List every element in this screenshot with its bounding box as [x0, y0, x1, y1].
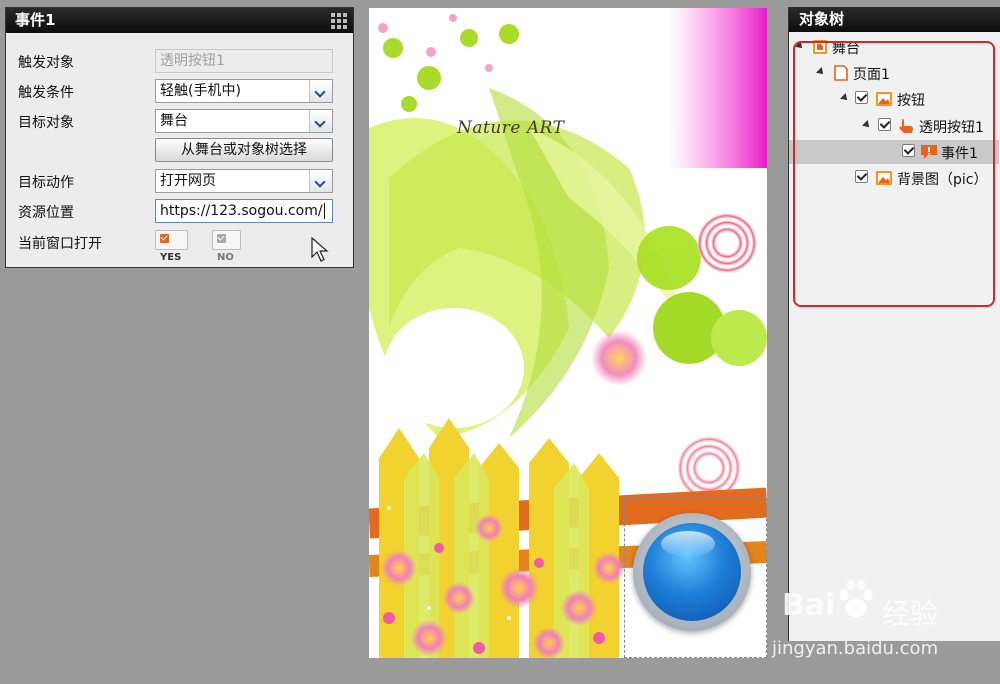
tree-node-transparent-button[interactable]: 透明按钮1: [789, 114, 999, 138]
checkbox[interactable]: [902, 144, 915, 157]
blue-round-button[interactable]: [633, 513, 751, 631]
trigger-object-label: 触发对象: [18, 55, 74, 71]
object-tree-header[interactable]: 对象树: [789, 7, 1000, 32]
page-icon: [834, 65, 848, 81]
stage-icon: [813, 40, 827, 54]
tree-node-page[interactable]: 页面1: [789, 61, 999, 85]
expand-triangle-icon[interactable]: [795, 41, 805, 51]
tree-label-page: 页面1: [853, 67, 890, 83]
check-icon: [217, 234, 226, 243]
trigger-condition-select[interactable]: 轻触(手机中): [155, 79, 333, 103]
no-label: NO: [217, 252, 234, 263]
trigger-condition-label: 触发条件: [18, 85, 74, 101]
watermark-url: jingyan.baidu.com: [772, 638, 939, 659]
stage-title: Nature ART: [457, 118, 565, 138]
target-object-select[interactable]: 舞台: [155, 109, 333, 133]
target-action-select[interactable]: 打开网页: [155, 169, 333, 193]
expand-triangle-icon[interactable]: [862, 120, 872, 130]
resource-location-input[interactable]: https://123.sogou.com/: [155, 199, 333, 223]
grip-icon[interactable]: [331, 13, 347, 29]
object-tree-panel: 对象树 舞台 页面1 按钮 透明按钮1 事件1 背景图（pic）: [788, 7, 1000, 641]
event-icon: [921, 145, 937, 159]
resource-location-value: https://123.sogou.com/: [160, 203, 323, 219]
tree-label-stage: 舞台: [832, 41, 860, 57]
mouse-cursor-icon: [311, 237, 329, 262]
yes-label: YES: [160, 252, 182, 263]
tree-label-event: 事件1: [941, 146, 978, 162]
checkbox[interactable]: [855, 91, 868, 104]
chevron-down-icon[interactable]: [309, 170, 332, 192]
expand-triangle-icon[interactable]: [816, 67, 826, 77]
trigger-object-field: 透明按钮1: [155, 49, 333, 73]
tree-label-transparent-button: 透明按钮1: [919, 120, 984, 136]
tree-node-button-group[interactable]: 按钮: [789, 87, 999, 111]
trigger-condition-value: 轻触(手机中): [160, 83, 241, 99]
event-panel-title: 事件1: [15, 11, 56, 29]
tree-node-stage[interactable]: 舞台: [789, 35, 999, 59]
choose-from-stage-button[interactable]: 从舞台或对象树选择: [155, 138, 333, 162]
hand-icon: [899, 119, 913, 133]
target-object-value: 舞台: [160, 113, 188, 129]
tree-label-button-group: 按钮: [897, 93, 925, 109]
tree-label-background: 背景图（pic）: [897, 172, 988, 188]
event-panel-header[interactable]: 事件1: [6, 8, 353, 33]
text-caret: [323, 203, 325, 219]
expand-triangle-icon[interactable]: [840, 93, 850, 103]
chevron-down-icon[interactable]: [309, 80, 332, 102]
event-panel: 事件1 触发对象 透明按钮1 触发条件 轻触(手机中) 目标对象 舞台 从舞台或…: [5, 7, 354, 268]
stage-body-text: [447, 154, 573, 161]
object-tree-title: 对象树: [799, 10, 845, 28]
tree-node-event[interactable]: 事件1: [789, 140, 999, 164]
checkbox[interactable]: [878, 118, 891, 131]
check-icon: [160, 234, 169, 243]
no-toggle[interactable]: NO: [212, 230, 241, 263]
target-action-value: 打开网页: [160, 173, 216, 189]
target-action-label: 目标动作: [18, 175, 74, 191]
checkbox[interactable]: [855, 170, 868, 183]
open-current-window-label: 当前窗口打开: [18, 236, 102, 252]
target-object-label: 目标对象: [18, 115, 74, 131]
resource-location-label: 资源位置: [18, 205, 74, 221]
image-icon: [876, 92, 892, 106]
chevron-down-icon[interactable]: [309, 110, 332, 132]
image-icon: [876, 171, 892, 185]
stage-canvas[interactable]: Nature ART: [369, 8, 767, 658]
yes-toggle[interactable]: YES: [155, 230, 189, 263]
tree-node-background[interactable]: 背景图（pic）: [789, 166, 999, 190]
